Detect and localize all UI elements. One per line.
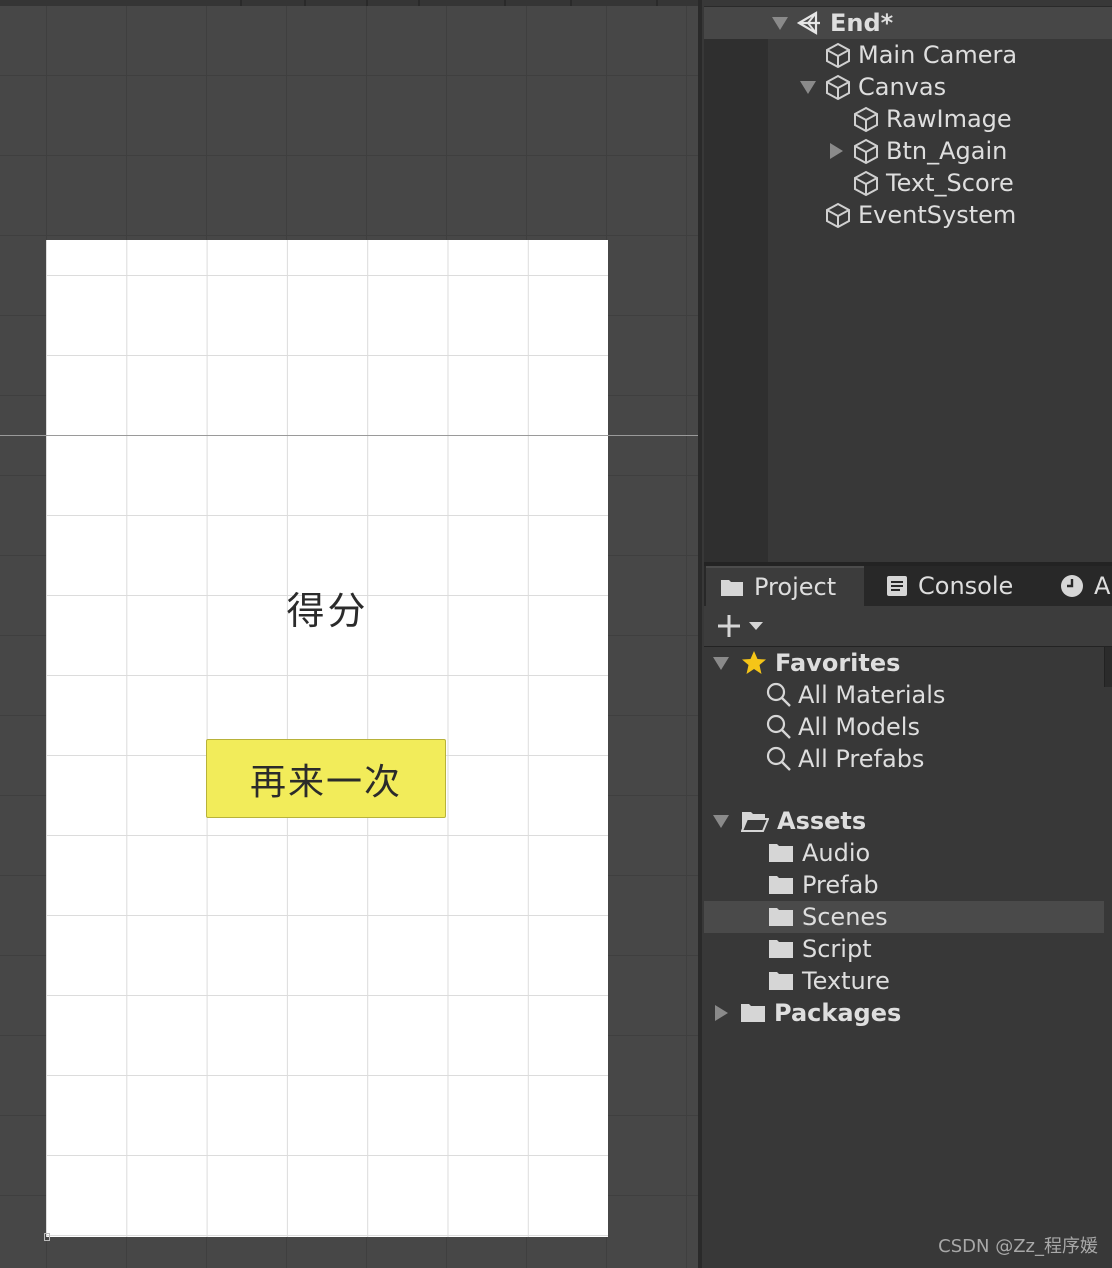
expand-arrow-icon[interactable] <box>800 80 816 94</box>
favorites-label: Favorites <box>775 649 901 677</box>
gameobject-cube-icon <box>826 42 850 69</box>
asset-folder-label: Prefab <box>802 871 879 899</box>
packages-header[interactable]: Packages <box>704 997 1104 1029</box>
project-panel: Project Console Ar Favorites All Materia… <box>704 566 1112 1268</box>
toolbar-segment[interactable] <box>574 0 658 6</box>
canvas-anchor-handle[interactable] <box>44 1233 50 1241</box>
collapse-arrow-icon[interactable] <box>715 1005 728 1021</box>
tab-label: Ar <box>1094 572 1112 600</box>
gameobject-cube-icon <box>854 170 878 197</box>
scene-toolbar <box>0 0 700 6</box>
asset-folder-item[interactable]: Audio <box>704 837 1104 869</box>
clock-icon <box>1061 575 1083 597</box>
tab-console[interactable]: Console <box>872 566 1013 606</box>
gameobject-cube-icon <box>826 74 850 101</box>
hierarchy-panel: End* Main Camera Canvas RawImage Btn_Aga… <box>704 0 1112 562</box>
scene-root-row[interactable]: End* <box>704 6 1112 39</box>
panel-divider[interactable] <box>698 0 702 1268</box>
folder-open-icon <box>741 812 769 832</box>
toolbar-segment[interactable] <box>506 0 572 6</box>
plus-icon <box>718 615 740 637</box>
tab-animation[interactable]: Ar <box>1046 566 1112 606</box>
asset-folder-label: Audio <box>802 839 871 867</box>
star-icon <box>742 651 766 674</box>
project-toolbar <box>704 606 1112 647</box>
hierarchy-item[interactable]: Text_Score <box>852 167 1014 199</box>
search-icon <box>766 714 791 739</box>
favorites-header[interactable]: Favorites <box>704 647 1104 679</box>
expand-arrow-icon[interactable] <box>713 814 729 828</box>
folder-icon <box>769 940 793 958</box>
tab-project[interactable]: Project <box>706 566 864 606</box>
favorite-item-label: All Prefabs <box>798 745 925 773</box>
gameobject-cube-icon <box>854 138 878 165</box>
toolbar-segment[interactable] <box>422 0 506 6</box>
toolbar-segment[interactable] <box>316 0 368 6</box>
canvas-guide-line <box>0 435 700 436</box>
hierarchy-item-label: EventSystem <box>858 201 1017 229</box>
asset-folder-label: Texture <box>802 967 890 995</box>
folder-icon <box>769 908 793 926</box>
asset-folder-item[interactable]: Prefab <box>704 869 1104 901</box>
expand-arrow-icon[interactable] <box>772 16 788 30</box>
project-tree: Favorites All Materials All Models All P… <box>704 647 1104 1268</box>
asset-folder-label: Scenes <box>802 903 888 931</box>
again-button[interactable]: 再来一次 <box>206 739 446 818</box>
add-button[interactable] <box>716 612 768 640</box>
hierarchy-item-label: Canvas <box>858 73 947 101</box>
hierarchy-item-label: Text_Score <box>886 169 1014 197</box>
hierarchy-gutter <box>704 38 768 562</box>
favorite-item-label: All Materials <box>798 681 946 709</box>
favorite-item-label: All Models <box>798 713 920 741</box>
folder-icon <box>769 972 793 990</box>
folder-icon <box>721 580 743 596</box>
favorite-item[interactable]: All Materials <box>704 679 1104 711</box>
favorite-item[interactable]: All Prefabs <box>704 743 1104 775</box>
hierarchy-item[interactable]: Main Camera <box>824 39 1017 71</box>
console-icon <box>887 576 907 596</box>
unity-scene-icon <box>796 11 820 35</box>
folder-icon <box>769 876 793 894</box>
assets-label: Assets <box>777 807 867 835</box>
watermark: CSDN @Zz_程序媛 <box>938 1236 1098 1257</box>
tab-bar: Project Console Ar <box>704 566 1112 606</box>
toolbar-segment[interactable] <box>254 0 306 6</box>
scene-name: End* <box>830 9 894 37</box>
tab-label: Console <box>918 572 1014 600</box>
expand-arrow-icon[interactable] <box>713 656 729 670</box>
hierarchy-item[interactable]: Canvas <box>800 71 946 103</box>
gameobject-cube-icon <box>826 202 850 229</box>
favorite-item[interactable]: All Models <box>704 711 1104 743</box>
dropdown-arrow-icon <box>749 622 763 630</box>
hierarchy-item[interactable]: EventSystem <box>824 199 1016 231</box>
search-icon <box>766 746 791 771</box>
asset-folder-item[interactable]: Script <box>704 933 1104 965</box>
hierarchy-item[interactable]: RawImage <box>852 103 1012 135</box>
folder-icon <box>769 844 793 862</box>
hierarchy-item-label: RawImage <box>886 105 1012 133</box>
tab-label: Project <box>754 573 837 601</box>
score-text: 得分 <box>286 589 369 633</box>
scrollbar[interactable] <box>1104 647 1112 687</box>
asset-folder-item[interactable]: Texture <box>704 965 1104 997</box>
search-icon <box>766 682 791 707</box>
hierarchy-item[interactable]: Btn_Again <box>830 135 1007 167</box>
folder-icon <box>741 1004 765 1022</box>
assets-header[interactable]: Assets <box>704 805 1104 837</box>
scene-view[interactable]: 得分 再来一次 <box>0 0 700 1268</box>
asset-folder-label: Script <box>802 935 872 963</box>
gameobject-cube-icon <box>854 106 878 133</box>
toolbar-segment[interactable] <box>370 0 420 6</box>
collapse-arrow-icon[interactable] <box>830 143 843 159</box>
toolbar-segment[interactable] <box>0 0 242 6</box>
hierarchy-item-label: Btn_Again <box>886 137 1008 165</box>
packages-label: Packages <box>774 999 902 1027</box>
asset-folder-item-selected[interactable]: Scenes <box>704 901 1104 933</box>
hierarchy-item-label: Main Camera <box>858 41 1018 69</box>
